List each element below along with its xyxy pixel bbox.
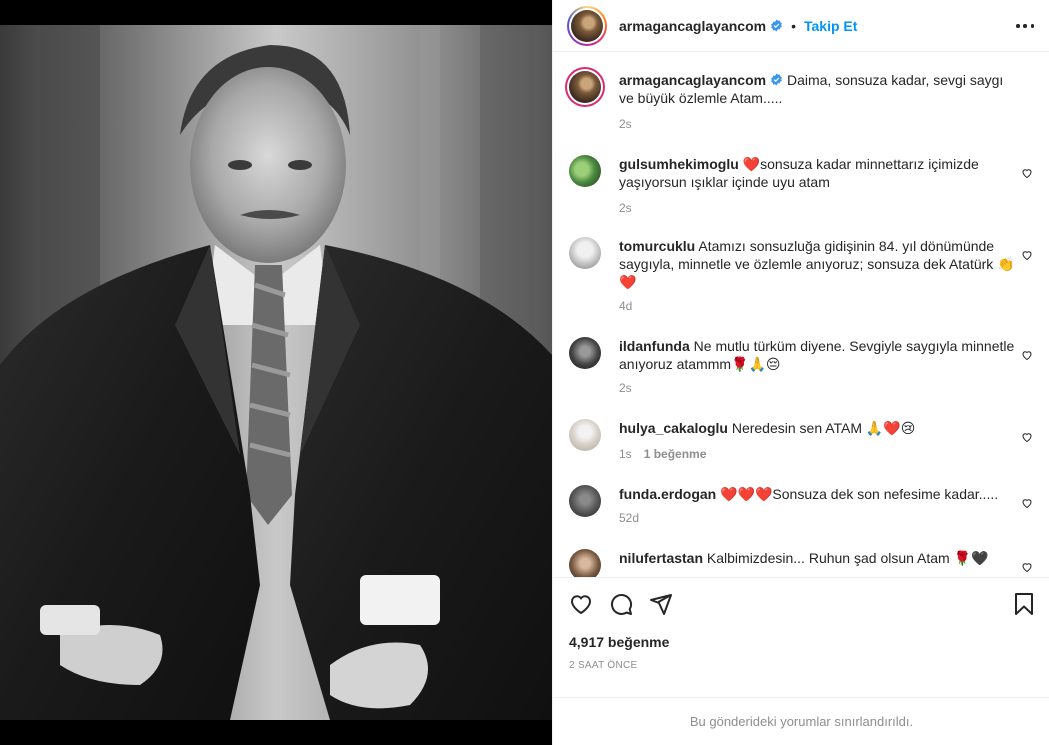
heart-icon[interactable]	[1021, 249, 1033, 261]
comment-avatar[interactable]	[569, 419, 601, 451]
comment-meta: 2s	[619, 201, 632, 215]
caption-avatar[interactable]	[569, 71, 601, 103]
separator-dot: •	[791, 17, 796, 34]
author-avatar[interactable]	[567, 5, 607, 46]
share-icon[interactable]	[649, 592, 673, 616]
caption-time: 2s	[619, 117, 632, 131]
post-timestamp: 2 SAAT ÖNCE	[569, 660, 638, 671]
caption-username[interactable]: armagancaglayancom	[619, 72, 766, 88]
comment-meta: 1s 1 beğenme	[619, 447, 707, 461]
comment-username[interactable]: gulsumhekimoglu	[619, 156, 739, 172]
post-photo	[0, 25, 552, 720]
verified-badge-icon	[771, 19, 782, 32]
comment-username[interactable]: funda.erdogan	[619, 486, 716, 502]
comment-username[interactable]: hulya_cakaloglu	[619, 420, 728, 436]
comment-username[interactable]: tomurcuklu	[619, 238, 695, 254]
comment-text: Kalbimizdesin... Ruhun şad olsun Atam 🌹🖤	[706, 550, 989, 566]
comment-avatar[interactable]	[569, 337, 601, 369]
heart-icon[interactable]	[1021, 561, 1033, 573]
post-actions: 4,917 beğenme 2 SAAT ÖNCE	[553, 577, 1049, 697]
comment-text: ❤️❤️❤️Sonsuza dek son nefesime kadar....…	[720, 486, 999, 502]
heart-icon[interactable]	[1021, 167, 1033, 179]
verified-badge-icon	[771, 73, 782, 86]
comment-meta: 2s	[619, 381, 632, 395]
heart-icon[interactable]	[1021, 497, 1033, 509]
comment-avatar[interactable]	[569, 155, 601, 187]
bookmark-icon[interactable]	[1012, 592, 1036, 616]
more-options-icon[interactable]	[1016, 18, 1034, 34]
comments-list[interactable]: armagancaglayancom Daima, sonsuza kadar,…	[553, 53, 1049, 577]
comment-avatar[interactable]	[569, 549, 601, 577]
post-media[interactable]	[0, 0, 552, 745]
follow-button[interactable]: Takip Et	[804, 18, 857, 34]
like-count[interactable]: 4,917 beğenme	[569, 634, 669, 650]
comment-meta: 52d	[619, 511, 640, 525]
author-username[interactable]: armagancaglayancom	[619, 18, 766, 34]
heart-icon[interactable]	[1021, 431, 1033, 443]
comment-avatar[interactable]	[569, 485, 601, 517]
post-header: armagancaglayancom • Takip Et	[553, 0, 1049, 52]
comment-username[interactable]: ildanfunda	[619, 338, 690, 354]
comment-text: Neredesin sen ATAM 🙏❤️😢	[731, 420, 916, 436]
like-heart-icon[interactable]	[569, 592, 593, 616]
heart-icon[interactable]	[1021, 349, 1033, 361]
comment-icon[interactable]	[609, 592, 633, 616]
comments-restricted-notice: Bu gönderideki yorumlar sınırlandırıldı.	[553, 697, 1049, 745]
comment-username[interactable]: nilufertastan	[619, 550, 703, 566]
comment-meta: 4d	[619, 299, 633, 313]
comment-avatar[interactable]	[569, 237, 601, 269]
post-sidebar: armagancaglayancom • Takip Et armagancag…	[552, 0, 1049, 745]
comment-likes[interactable]: 1 beğenme	[644, 447, 707, 461]
